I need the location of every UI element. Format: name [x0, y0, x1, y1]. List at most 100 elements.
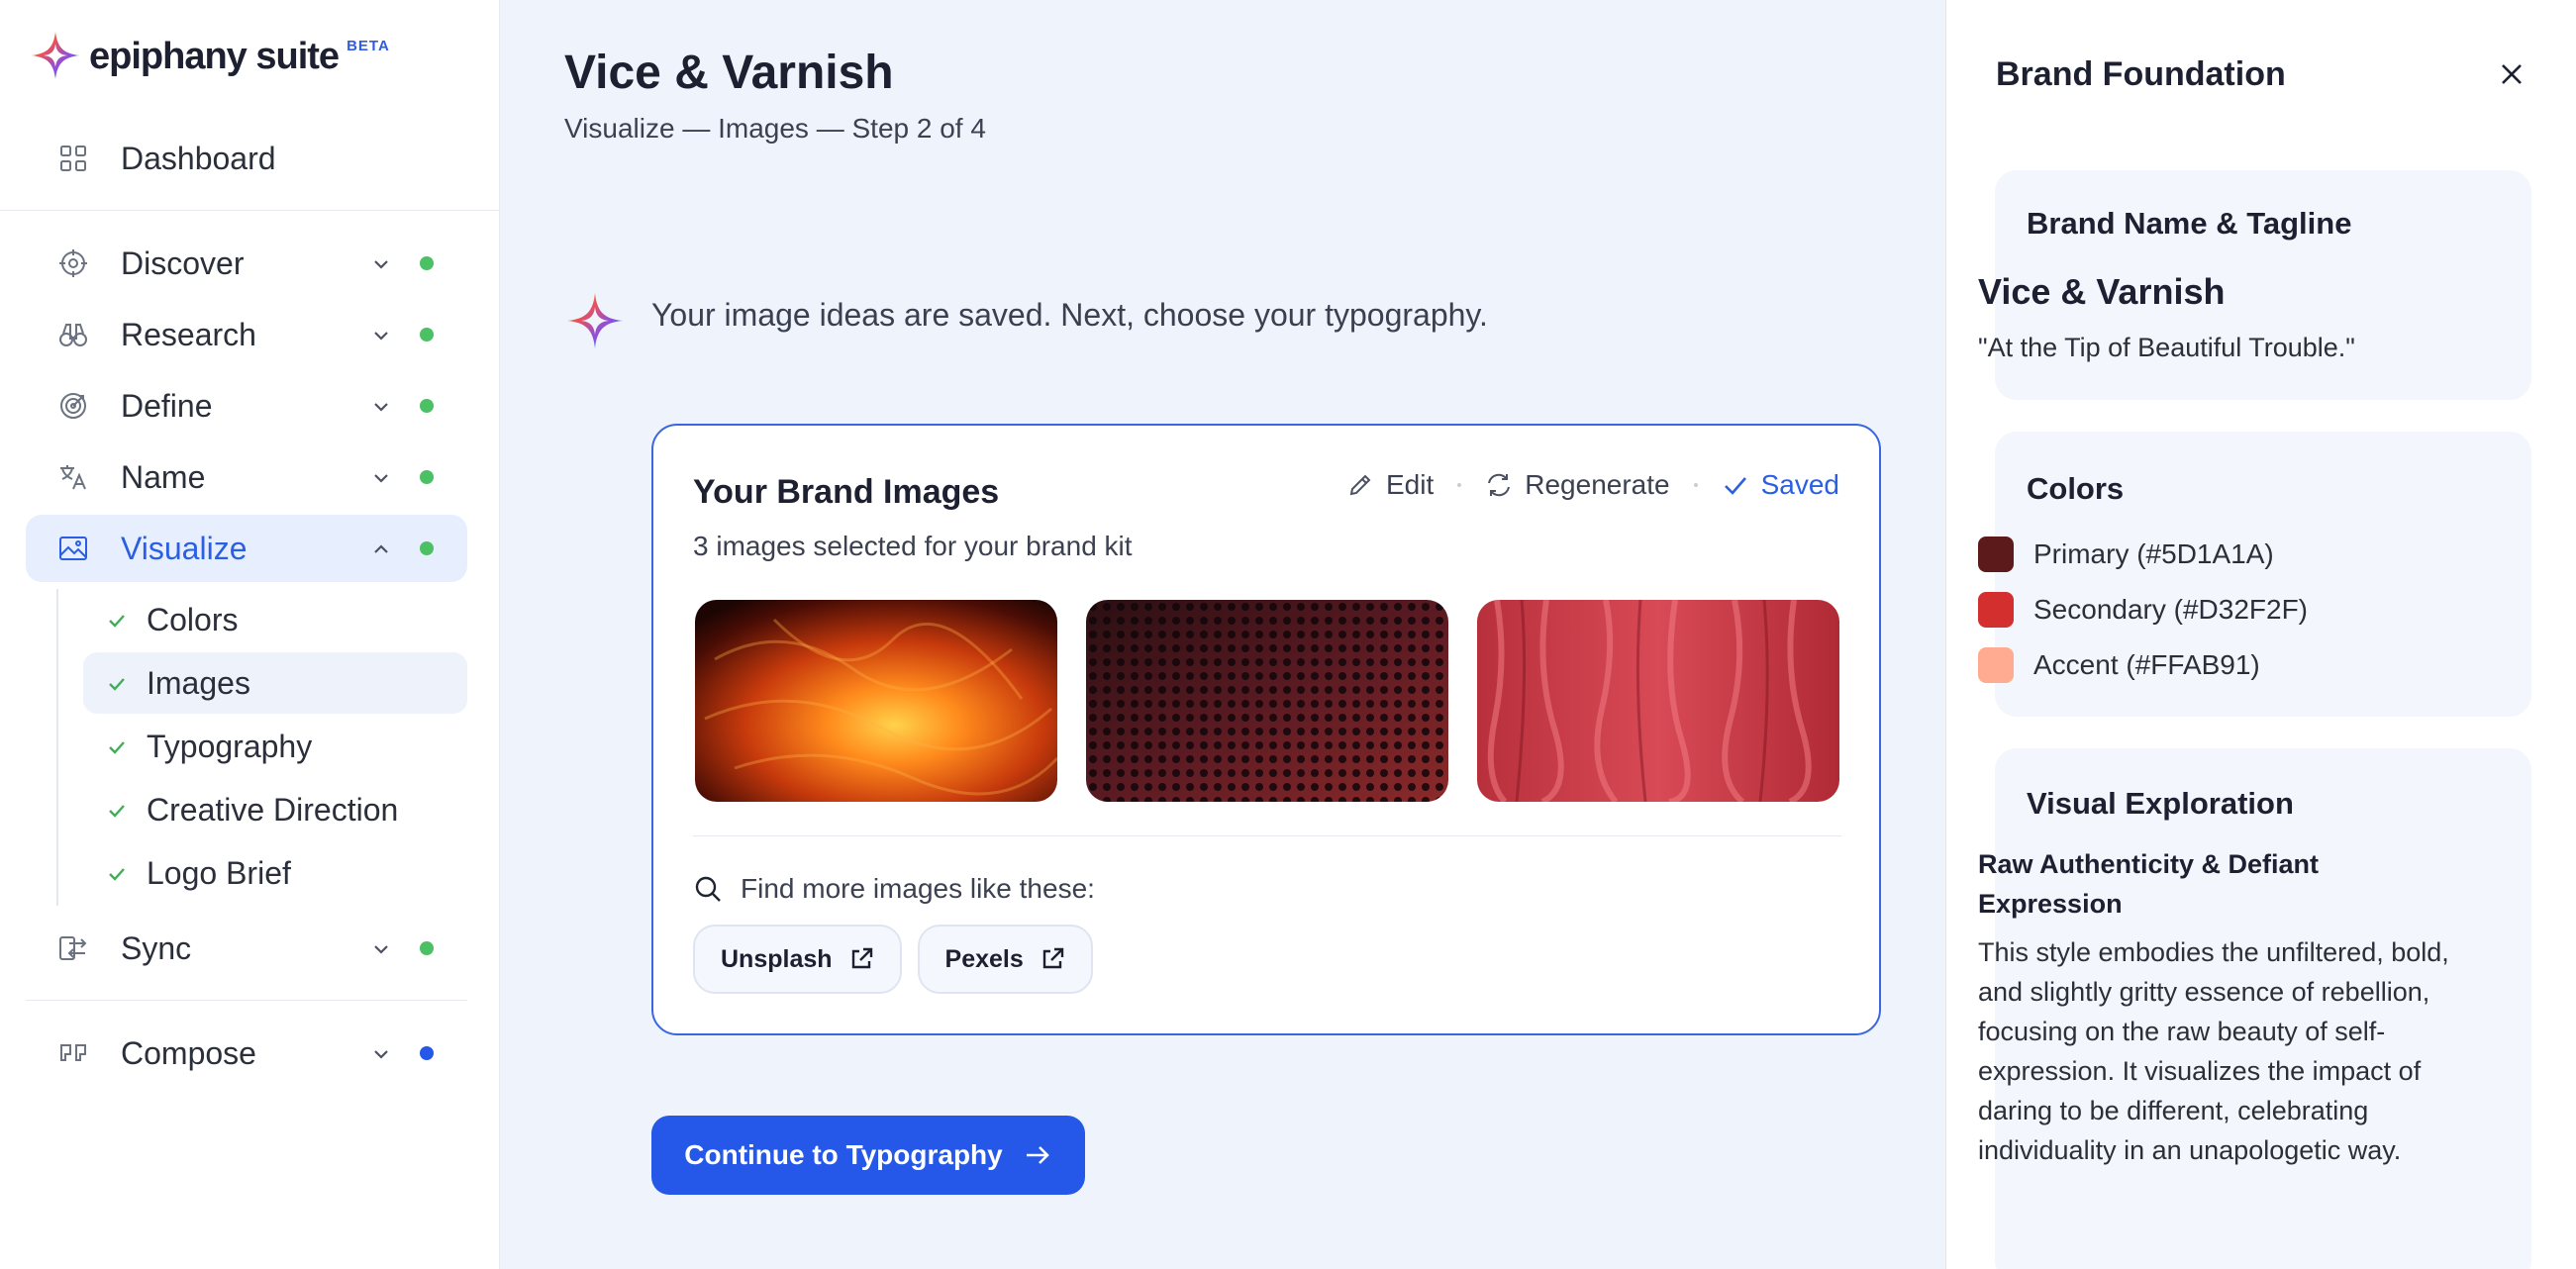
sidebar-item-label: Visualize — [121, 530, 248, 566]
dark-red-perforated-metal-image — [1086, 600, 1448, 802]
find-more-label: Find more images like these: — [693, 873, 1095, 905]
divider — [0, 210, 500, 211]
status-dot — [420, 399, 434, 413]
chevron-down-icon[interactable] — [370, 938, 392, 960]
translate-icon — [60, 465, 86, 490]
assistant-sparkle-icon — [567, 293, 623, 348]
target-icon — [60, 393, 86, 419]
check-icon — [109, 868, 125, 881]
continue-label: Continue to Typography — [684, 1139, 1003, 1170]
status-dot — [420, 941, 434, 955]
chevron-down-icon[interactable] — [370, 1043, 392, 1065]
red-textured-surface-image — [1477, 600, 1839, 802]
section-heading: Colors — [2027, 471, 2125, 506]
section-heading: Visual Exploration — [2027, 786, 2294, 821]
grid-icon — [60, 146, 86, 171]
edit-button[interactable]: Edit — [1346, 469, 1434, 501]
submenu-item-typography[interactable]: Typography — [83, 716, 467, 777]
sidebar-item-discover[interactable]: Discover — [26, 230, 467, 297]
sidebar-item-label: Discover — [121, 244, 245, 281]
sidebar-item-dashboard[interactable]: Dashboard — [26, 125, 467, 192]
regenerate-button[interactable]: Regenerate — [1485, 469, 1670, 501]
submenu-item-label: Typography — [147, 728, 313, 764]
status-dot — [420, 1046, 434, 1060]
continue-button[interactable]: Continue to Typography — [651, 1116, 1085, 1195]
color-primary: Primary (#5D1A1A) — [1978, 537, 2274, 572]
warm-orange-abstract-image — [695, 600, 1057, 802]
chevron-down-icon[interactable] — [370, 396, 392, 418]
compass-icon — [59, 249, 87, 277]
binoculars-icon — [59, 324, 87, 346]
close-icon[interactable] — [2497, 59, 2526, 89]
edit-label: Edit — [1386, 469, 1435, 500]
submenu-item-label: Images — [147, 664, 250, 701]
sidebar-item-research[interactable]: Research — [26, 301, 467, 368]
submenu-item-label: Logo Brief — [147, 854, 291, 891]
sidebar: epiphany suite BETA Dashboard Discover R… — [0, 0, 500, 1269]
brand-image[interactable] — [695, 600, 1057, 802]
search-icon — [695, 876, 721, 902]
app-logo[interactable]: epiphany suite BETA — [30, 30, 390, 81]
chevron-down-icon[interactable] — [370, 467, 392, 489]
unsplash-label: Unsplash — [721, 944, 833, 973]
submenu-item-label: Creative Direction — [147, 791, 399, 828]
brand-image[interactable] — [1477, 600, 1839, 802]
status-dot — [420, 328, 434, 342]
unsplash-link[interactable]: Unsplash — [693, 925, 902, 994]
visual-style-title: Raw Authenticity & Defiant Expression — [1978, 849, 2320, 919]
status-dot — [420, 541, 434, 555]
arrow-right-icon — [1026, 1146, 1049, 1164]
sidebar-item-label: Name — [121, 458, 206, 495]
brand-name: Vice & Varnish — [1978, 271, 2226, 312]
page-title: Vice & Varnish — [564, 47, 894, 99]
check-icon — [109, 678, 125, 691]
pexels-label: Pexels — [944, 944, 1024, 973]
pexels-link[interactable]: Pexels — [917, 925, 1093, 994]
color-swatch — [1978, 537, 2014, 572]
beta-badge: BETA — [347, 38, 390, 54]
sidebar-item-label: Dashboard — [121, 140, 276, 176]
sidebar-item-label: Define — [121, 387, 213, 424]
regenerate-label: Regenerate — [1525, 469, 1670, 500]
check-icon — [1724, 477, 1746, 495]
status-dot — [420, 470, 434, 484]
color-accent: Accent (#FFAB91) — [1978, 647, 2260, 683]
divider — [26, 1000, 467, 1001]
card-subtitle: 3 images selected for your brand kit — [693, 531, 1133, 561]
chevron-down-icon[interactable] — [370, 253, 392, 275]
panel-title: Brand Foundation — [1996, 55, 2286, 93]
sidebar-item-define[interactable]: Define — [26, 372, 467, 439]
saved-status: Saved — [1722, 469, 1839, 501]
submenu-item-images[interactable]: Images — [83, 652, 467, 714]
saved-label: Saved — [1760, 469, 1839, 500]
color-swatch — [1978, 647, 2014, 683]
app-name: epiphany suite — [89, 36, 340, 77]
brand-tagline: "At the Tip of Beautiful Trouble." — [1978, 333, 2355, 362]
pencil-icon — [1349, 474, 1371, 496]
sidebar-item-compose[interactable]: Compose — [26, 1020, 467, 1087]
check-icon — [109, 615, 125, 628]
sidebar-item-visualize[interactable]: Visualize — [26, 515, 467, 582]
brand-image[interactable] — [1086, 600, 1448, 802]
sidebar-item-label: Research — [121, 316, 256, 352]
submenu-item-logo-brief[interactable]: Logo Brief — [83, 842, 467, 904]
sparkle-logo-icon — [32, 32, 79, 79]
card-actions: Edit Regenerate Saved — [1346, 469, 1839, 501]
submenu-item-creative-direction[interactable]: Creative Direction — [83, 779, 467, 840]
section-heading: Brand Name & Tagline — [2027, 206, 2352, 241]
separator — [1693, 483, 1698, 487]
divider — [693, 835, 1841, 836]
quote-icon — [60, 1044, 86, 1061]
sidebar-item-sync[interactable]: Sync — [26, 915, 467, 982]
assistant-message: Your image ideas are saved. Next, choose… — [651, 297, 1488, 333]
visual-style-description: This style embodies the unfiltered, bold… — [1978, 937, 2449, 1165]
submenu-rail — [56, 589, 58, 906]
sidebar-item-name[interactable]: Name — [26, 443, 467, 511]
color-label: Accent (#FFAB91) — [2033, 649, 2260, 680]
status-dot — [420, 256, 434, 270]
external-link-icon — [851, 947, 872, 969]
chevron-down-icon[interactable] — [370, 325, 392, 346]
submenu-item-colors[interactable]: Colors — [83, 589, 467, 650]
chevron-up-icon[interactable] — [370, 538, 392, 560]
check-icon — [109, 741, 125, 754]
